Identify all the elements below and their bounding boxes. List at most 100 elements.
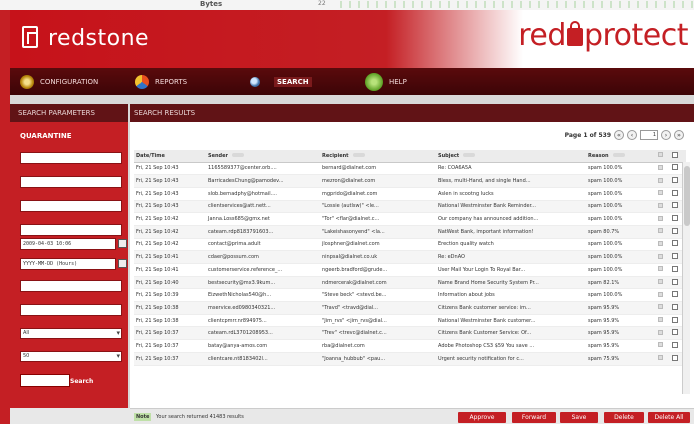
table-row[interactable]: Fri, 21 Sep 10:43 clientservices@att.nett… (134, 200, 686, 214)
ip-field[interactable] (20, 280, 122, 292)
table-row[interactable]: Fri, 21 Sep 10:41 customerservice.referen… (134, 263, 686, 277)
row-checkbox[interactable] (672, 316, 678, 323)
search-parameters-header: SEARCH PARAMETERS (10, 104, 128, 122)
table-header-row: Date/Time Sender Recipient Subject Reaso… (134, 150, 686, 163)
scrollbar-thumb[interactable] (684, 166, 690, 226)
results-per-page-select[interactable]: 50 (20, 351, 122, 362)
table-cell: batay@anya-amos.com (206, 339, 320, 353)
product-suffix: protect (583, 18, 689, 53)
table-cell: Fri, 21 Sep 10:43 (134, 174, 206, 188)
row-icon-cell (656, 200, 670, 214)
select-all-checkbox[interactable] (672, 151, 678, 158)
table-row[interactable]: Fri, 21 Sep 10:39 EizwethNicholas540@h...… (134, 288, 686, 303)
table-row[interactable]: Fri, 21 Sep 10:37 cateam.rdL3701208953...… (134, 326, 686, 341)
page-number-input[interactable]: 1 (640, 130, 658, 140)
row-checkbox[interactable] (672, 265, 678, 272)
calendar-icon[interactable] (118, 239, 127, 248)
nav-item-help[interactable]: HELP (365, 68, 407, 95)
recipient-field[interactable] (20, 176, 122, 188)
table-row[interactable]: Fri, 21 Sep 10:43 slob.bernadphy@hotmail.… (134, 187, 686, 201)
nav-item-reports[interactable]: REPORTS (135, 68, 187, 95)
table-row[interactable]: Fri, 21 Sep 10:40 bestsecurity@mx3.9kum..… (134, 276, 686, 290)
table-row[interactable]: Fri, 21 Sep 10:37 batay@anya-amos.com rba@… (134, 339, 686, 353)
col-label: Date/Time (136, 152, 165, 159)
row-checkbox[interactable] (672, 177, 678, 184)
table-row[interactable]: Fri, 21 Sep 10:42 cateam.rdp8183791603...… (134, 225, 686, 239)
row-icon-cell (656, 314, 670, 328)
reason-field[interactable] (20, 304, 122, 316)
filter-icon[interactable] (612, 152, 625, 157)
row-checkbox[interactable] (672, 227, 678, 234)
nav-item-configuration[interactable]: CONFIGURATION (20, 68, 98, 95)
search-input-box[interactable] (20, 374, 70, 387)
delete-button[interactable]: Delete (604, 412, 644, 423)
table-cell: cateam.rdL3701208953... (206, 326, 320, 341)
text-field[interactable] (20, 224, 122, 236)
calendar-icon[interactable] (118, 259, 127, 268)
table-cell: EizwethNicholas540@h... (206, 288, 320, 303)
col-header-sender[interactable]: Sender (206, 150, 320, 163)
filter-icon[interactable] (463, 152, 476, 157)
col-header-select[interactable] (670, 150, 686, 163)
table-row[interactable]: Fri, 21 Sep 10:42 Janna.Loss685@gmx.net "T… (134, 212, 686, 226)
table-row[interactable]: Fri, 21 Sep 10:38 mservice.ed0980340321..… (134, 301, 686, 315)
table-cell: 1165589377@center.orb.... (206, 162, 320, 176)
table-row[interactable]: Fri, 21 Sep 10:38 clientcpmrr.nr894975...… (134, 314, 686, 328)
table-row[interactable]: Fri, 21 Sep 10:37 clientcare.nt8183402l..… (134, 352, 686, 366)
table-row[interactable]: Fri, 21 Sep 10:43 BarricadesChung@pamodev… (134, 174, 686, 188)
gear-icon (20, 74, 34, 89)
subject-field[interactable] (20, 200, 122, 212)
approve-button[interactable]: Approve (458, 412, 506, 423)
row-checkbox[interactable] (672, 291, 678, 298)
save-button[interactable]: Save (560, 412, 598, 423)
col-header-reason[interactable]: Reason (586, 150, 656, 163)
filter-icon[interactable] (352, 152, 365, 157)
search-button[interactable]: Search (70, 378, 93, 385)
row-checkbox[interactable] (672, 240, 678, 247)
filter-select[interactable]: All (20, 328, 122, 339)
table-cell: Name Brand Home Security System Pr... (436, 276, 586, 290)
table-row[interactable]: Fri, 21 Sep 10:42 contact@prima.adult jlos… (134, 238, 686, 252)
table-cell: "Jim_rvs" <jim_rvs@dial... (320, 314, 436, 328)
product-prefix: red (518, 18, 566, 53)
results-scrollbar[interactable] (682, 162, 690, 394)
sender-field[interactable] (20, 152, 122, 164)
table-row[interactable]: Fri, 21 Sep 10:41 cdaer@possum.com ninpsal… (134, 250, 686, 264)
table-row[interactable]: Fri, 21 Sep 10:43 1165589377@center.orb..… (134, 162, 686, 176)
table-cell: spam 95.9% (586, 339, 656, 353)
forward-button[interactable]: Forward (512, 412, 556, 423)
col-header-recipient[interactable]: Recipient (320, 150, 436, 163)
row-checkbox[interactable] (672, 164, 678, 171)
message-icon (658, 215, 663, 221)
last-page-icon[interactable]: » (674, 130, 684, 140)
table-cell: User Mail Your Login To Royal Bar... (436, 263, 586, 277)
first-page-icon[interactable]: « (614, 130, 624, 140)
brand-name: redstone (48, 26, 150, 51)
row-checkbox[interactable] (672, 354, 678, 361)
row-checkbox[interactable] (672, 278, 678, 285)
next-page-icon[interactable]: › (661, 130, 671, 140)
nav-item-search[interactable]: SEARCH (250, 68, 312, 95)
row-checkbox[interactable] (672, 202, 678, 209)
row-checkbox[interactable] (672, 341, 678, 348)
table-cell: ngeerb.bradford@grude... (320, 263, 436, 277)
col-header-datetime[interactable]: Date/Time (134, 150, 206, 163)
page-label: Page 1 of 539 (564, 131, 611, 139)
date-to-field[interactable]: YYYY-MM-DD (Hours) (20, 258, 116, 270)
row-checkbox[interactable] (672, 329, 678, 336)
table-cell: Fri, 21 Sep 10:42 (134, 238, 206, 252)
table-cell: ninpsal@dialnet.co.uk (320, 250, 436, 264)
filter-icon[interactable] (232, 152, 244, 157)
row-checkbox[interactable] (672, 215, 678, 222)
page-edge (0, 10, 10, 424)
col-header-subject[interactable]: Subject (436, 150, 586, 163)
date-from-field[interactable]: 2009-04-03 10:06 (20, 238, 116, 250)
table-cell: Fri, 21 Sep 10:38 (134, 301, 206, 315)
message-icon (658, 329, 663, 335)
row-checkbox[interactable] (672, 189, 678, 196)
prev-page-icon[interactable]: ‹ (627, 130, 637, 140)
row-checkbox[interactable] (672, 303, 678, 310)
row-checkbox[interactable] (672, 253, 678, 260)
table-cell: spam 100.0% (586, 250, 656, 264)
delete-all-button[interactable]: Delete All (648, 412, 690, 423)
